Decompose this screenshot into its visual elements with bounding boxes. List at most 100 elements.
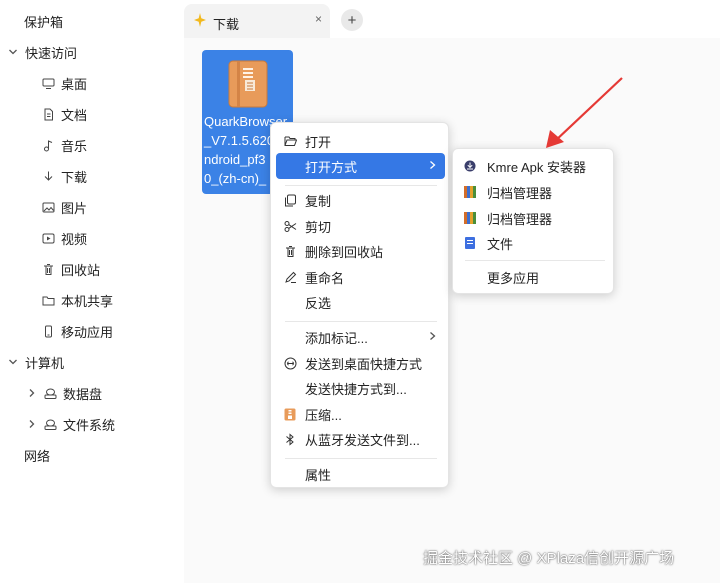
sidebar-item-desktop[interactable]: 桌面: [0, 68, 183, 98]
folder-icon: [41, 293, 55, 307]
sidebar-item-label: 移动应用: [61, 324, 114, 340]
menu-item-label: 打开: [305, 134, 332, 150]
menu-separator: [285, 185, 437, 186]
menu-item-label: 删除到回收站: [305, 244, 384, 260]
submenu-item-more-apps[interactable]: 更多应用: [453, 264, 615, 290]
watermark: 掘金技术社区 @ XPlaza信创开源广场: [423, 550, 675, 567]
sidebar-item-label: 下载: [61, 169, 88, 185]
sidebar-item-label: 音乐: [61, 138, 88, 154]
chevron-right-icon: [429, 159, 436, 173]
folder-open-icon: [283, 134, 297, 148]
menu-item-label: 重命名: [305, 270, 345, 286]
sidebar-section-label: 计算机: [25, 355, 65, 371]
submenu-item-kmre-installer[interactable]: Kmre Apk 安装器: [453, 153, 615, 179]
sidebar-item-local-share[interactable]: 本机共享: [0, 285, 183, 315]
menu-item-copy[interactable]: 复制: [271, 187, 450, 213]
archive-file-icon: [228, 60, 268, 111]
submenu-item-archive-manager[interactable]: 归档管理器: [453, 179, 615, 205]
menu-item-label: 添加标记...: [305, 330, 368, 346]
archive-manager-icon: [463, 211, 477, 225]
menu-item-bluetooth[interactable]: 从蓝牙发送文件到...: [271, 426, 450, 452]
submenu-separator: [465, 260, 605, 261]
submenu-item-files[interactable]: 文件: [453, 230, 615, 256]
drive-icon: [43, 417, 57, 431]
menu-item-delete[interactable]: 删除到回收站: [271, 238, 450, 264]
sidebar-item-videos[interactable]: 视频: [0, 223, 183, 253]
sidebar-item-documents[interactable]: 文档: [0, 99, 183, 129]
sidebar-item-network[interactable]: 网络: [0, 440, 183, 470]
submenu-item-archive-manager[interactable]: 归档管理器: [453, 205, 615, 231]
chevron-down-icon[interactable]: [8, 47, 18, 57]
bluetooth-icon: [283, 432, 297, 446]
video-icon: [41, 231, 55, 245]
chevron-right-icon[interactable]: [27, 388, 37, 398]
submenu-item-label: Kmre Apk 安装器: [487, 159, 586, 175]
menu-item-label: 剪切: [305, 219, 332, 235]
sidebar-item-music[interactable]: 音乐: [0, 130, 183, 160]
tab-downloads[interactable]: 下载 ×: [184, 4, 330, 38]
sidebar-item-downloads[interactable]: 下载: [0, 161, 183, 191]
sidebar-item-label: 回收站: [61, 262, 101, 278]
menu-item-send-shortcut[interactable]: 发送快捷方式到...: [271, 375, 450, 401]
sidebar-item-vault[interactable]: 保护箱: [0, 6, 183, 36]
sparkle-icon: [194, 13, 206, 30]
open-with-submenu: Kmre Apk 安装器 归档管理器 归档管理器 文件 更多应用: [452, 148, 614, 294]
sidebar-item-label: 文件系统: [63, 417, 116, 433]
sidebar-item-label: 桌面: [61, 76, 88, 92]
submenu-item-label: 归档管理器: [487, 185, 553, 201]
sidebar-item-label: 网络: [24, 448, 51, 464]
menu-item-label: 发送到桌面快捷方式: [305, 356, 423, 372]
menu-item-label: 从蓝牙发送文件到...: [305, 432, 420, 448]
trash-icon: [283, 244, 297, 258]
menu-item-send-desktop[interactable]: 发送到桌面快捷方式: [271, 350, 450, 376]
sidebar-item-file-system[interactable]: 文件系统: [0, 409, 183, 439]
menu-item-label: 反选: [305, 295, 332, 311]
menu-item-invert-select[interactable]: 反选: [271, 289, 450, 315]
drive-icon: [43, 386, 57, 400]
archive-manager-icon: [463, 185, 477, 199]
phone-icon: [41, 324, 55, 338]
menu-item-open-with[interactable]: 打开方式: [276, 153, 445, 179]
sidebar-section-label: 快速访问: [25, 45, 78, 61]
sidebar-item-label: 文档: [61, 107, 88, 123]
compress-icon: [283, 407, 297, 421]
add-tab-button[interactable]: +: [341, 9, 363, 31]
chevron-down-icon[interactable]: [8, 357, 18, 367]
document-icon: [41, 107, 55, 121]
annotation-arrow-icon: [546, 77, 623, 148]
sidebar-item-trash[interactable]: 回收站: [0, 254, 183, 284]
chevron-right-icon[interactable]: [27, 419, 37, 429]
menu-item-open[interactable]: 打开: [271, 128, 450, 154]
menu-item-label: 发送快捷方式到...: [305, 381, 407, 397]
context-menu: 打开 打开方式 复制 剪切 删除到回收站 重命名 反选 添加标记... 发送到桌…: [270, 122, 449, 488]
tab-label: 下载: [213, 17, 240, 32]
menu-item-label: 打开方式: [305, 159, 358, 175]
menu-item-cut[interactable]: 剪切: [271, 213, 450, 239]
scissors-icon: [283, 219, 297, 233]
menu-item-add-tag[interactable]: 添加标记...: [271, 324, 450, 350]
menu-item-label: 压缩...: [305, 407, 342, 423]
menu-item-compress[interactable]: 压缩...: [271, 401, 450, 427]
picture-icon: [41, 200, 55, 214]
sidebar-section-computer[interactable]: 计算机: [0, 347, 183, 377]
sidebar-item-label: 图片: [61, 200, 88, 216]
menu-item-label: 属性: [305, 467, 332, 483]
menu-item-rename[interactable]: 重命名: [271, 264, 450, 290]
trash-icon: [41, 262, 55, 276]
close-icon[interactable]: ×: [315, 12, 322, 26]
submenu-item-label: 更多应用: [487, 270, 540, 286]
sidebar-item-label: 本机共享: [61, 293, 114, 309]
sidebar-section-quick-access[interactable]: 快速访问: [0, 37, 183, 67]
sidebar-item-data-disk[interactable]: 数据盘: [0, 378, 183, 408]
download-icon: [41, 169, 55, 183]
sidebar-item-pictures[interactable]: 图片: [0, 192, 183, 222]
kmre-installer-icon: [463, 159, 477, 173]
sidebar: 保护箱 快速访问 桌面 文档 音乐 下载 图片 视频 回收站 本机共享 移动应用…: [0, 0, 183, 583]
menu-separator: [285, 321, 437, 322]
sidebar-item-label: 视频: [61, 231, 88, 247]
link-icon: [283, 356, 297, 370]
sidebar-item-label: 保护箱: [24, 14, 64, 30]
menu-item-properties[interactable]: 属性: [271, 461, 450, 487]
file-manager-icon: [463, 236, 477, 250]
sidebar-item-mobile-apps[interactable]: 移动应用: [0, 316, 183, 346]
